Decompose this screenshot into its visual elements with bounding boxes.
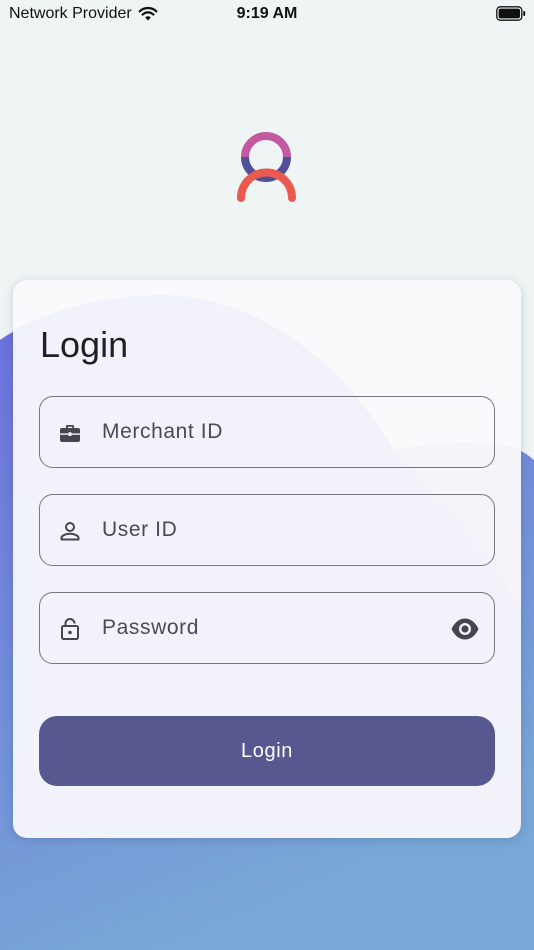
login-card: Login Merchant ID User ID Password Login [13, 280, 521, 838]
user-id-field[interactable]: User ID [39, 494, 495, 566]
person-icon [60, 522, 80, 541]
battery-icon [496, 6, 526, 26]
status-bar: Network Provider 9:19 AM [0, 0, 534, 28]
login-title: Login [40, 324, 129, 365]
eye-icon[interactable] [450, 615, 480, 643]
login-button[interactable]: Login [39, 716, 495, 786]
status-time: 9:19 AM [236, 5, 298, 22]
user-id-placeholder: User ID [102, 518, 178, 541]
password-placeholder: Password [102, 616, 200, 639]
password-field[interactable]: Password [39, 592, 495, 664]
merchant-id-field[interactable]: Merchant ID [39, 396, 495, 468]
lock-icon [61, 618, 79, 640]
briefcase-icon [60, 425, 80, 442]
merchant-id-placeholder: Merchant ID [102, 420, 223, 443]
app-logo-icon [237, 132, 296, 202]
